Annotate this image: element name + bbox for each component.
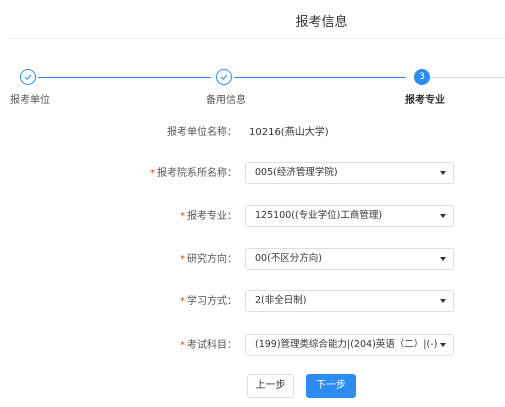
study-mode-select[interactable]: 2(非全日制) xyxy=(245,290,454,312)
dropdown-arrow-icon xyxy=(440,299,446,303)
step-1-label: 报考单位 xyxy=(10,95,50,106)
exam-subjects-label: * 考试科目： xyxy=(180,340,237,351)
step-2-label: 备用信息 xyxy=(206,95,246,106)
title-divider xyxy=(8,38,505,39)
step-1-check-icon xyxy=(20,69,36,85)
row-major: * 报考专业： 125100((专业学位)工商管理) xyxy=(0,205,505,229)
department-select[interactable]: 005(经济管理学院) xyxy=(245,162,454,184)
major-select-value: 125100((专业学位)工商管理) xyxy=(255,210,383,221)
study-mode-select-value: 2(非全日制) xyxy=(255,295,307,306)
exam-registration-page: 报考信息 3 报考单位 备用信息 报考专业 报考单位名称： 10216(燕山大学… xyxy=(0,0,505,407)
page-title: 报考信息 xyxy=(295,15,348,30)
required-mark: * xyxy=(180,340,185,351)
required-mark: * xyxy=(180,211,185,222)
exam-subjects-select[interactable]: (199)管理类综合能力|(204)英语（二）|(-)无 xyxy=(245,334,454,356)
prev-step-button[interactable]: 上一步 xyxy=(247,374,294,398)
unit-name-label: 报考单位名称： xyxy=(167,127,237,138)
dropdown-arrow-icon xyxy=(440,343,446,347)
major-select[interactable]: 125100((专业学位)工商管理) xyxy=(245,205,454,227)
row-department: * 报考院系所名称： 005(经济管理学院) xyxy=(0,162,505,186)
study-mode-label: * 学习方式： xyxy=(180,296,237,307)
exam-subjects-select-value: (199)管理类综合能力|(204)英语（二）|(-)无 xyxy=(255,339,437,350)
dropdown-arrow-icon xyxy=(440,171,446,175)
step-2-check-icon xyxy=(216,69,232,85)
step-connector-1 xyxy=(38,77,211,78)
research-direction-select[interactable]: 00(不区分方向) xyxy=(245,248,454,270)
required-mark: * xyxy=(180,254,185,265)
research-direction-label: * 研究方向： xyxy=(180,254,237,265)
row-unit-name: 报考单位名称： 10216(燕山大学) xyxy=(0,121,505,145)
step-3-number: 3 xyxy=(414,69,430,85)
dropdown-arrow-icon xyxy=(440,214,446,218)
step-3-label: 报考专业 xyxy=(405,95,445,106)
research-direction-select-value: 00(不区分方向) xyxy=(255,253,323,264)
required-mark: * xyxy=(180,296,185,307)
department-select-value: 005(经济管理学院) xyxy=(255,167,338,178)
step-connector-2 xyxy=(234,77,406,78)
department-label: * 报考院系所名称： xyxy=(150,168,237,179)
dropdown-arrow-icon xyxy=(440,257,446,261)
unit-name-value: 10216(燕山大学) xyxy=(249,127,329,138)
row-exam-subjects: * 考试科目： (199)管理类综合能力|(204)英语（二）|(-)无 xyxy=(0,334,505,358)
required-mark: * xyxy=(150,168,155,179)
row-research-direction: * 研究方向： 00(不区分方向) xyxy=(0,248,505,272)
next-step-button[interactable]: 下一步 xyxy=(306,374,356,398)
row-study-mode: * 学习方式： 2(非全日制) xyxy=(0,290,505,314)
step-connector-tail xyxy=(430,77,505,78)
major-label: * 报考专业： xyxy=(180,211,237,222)
